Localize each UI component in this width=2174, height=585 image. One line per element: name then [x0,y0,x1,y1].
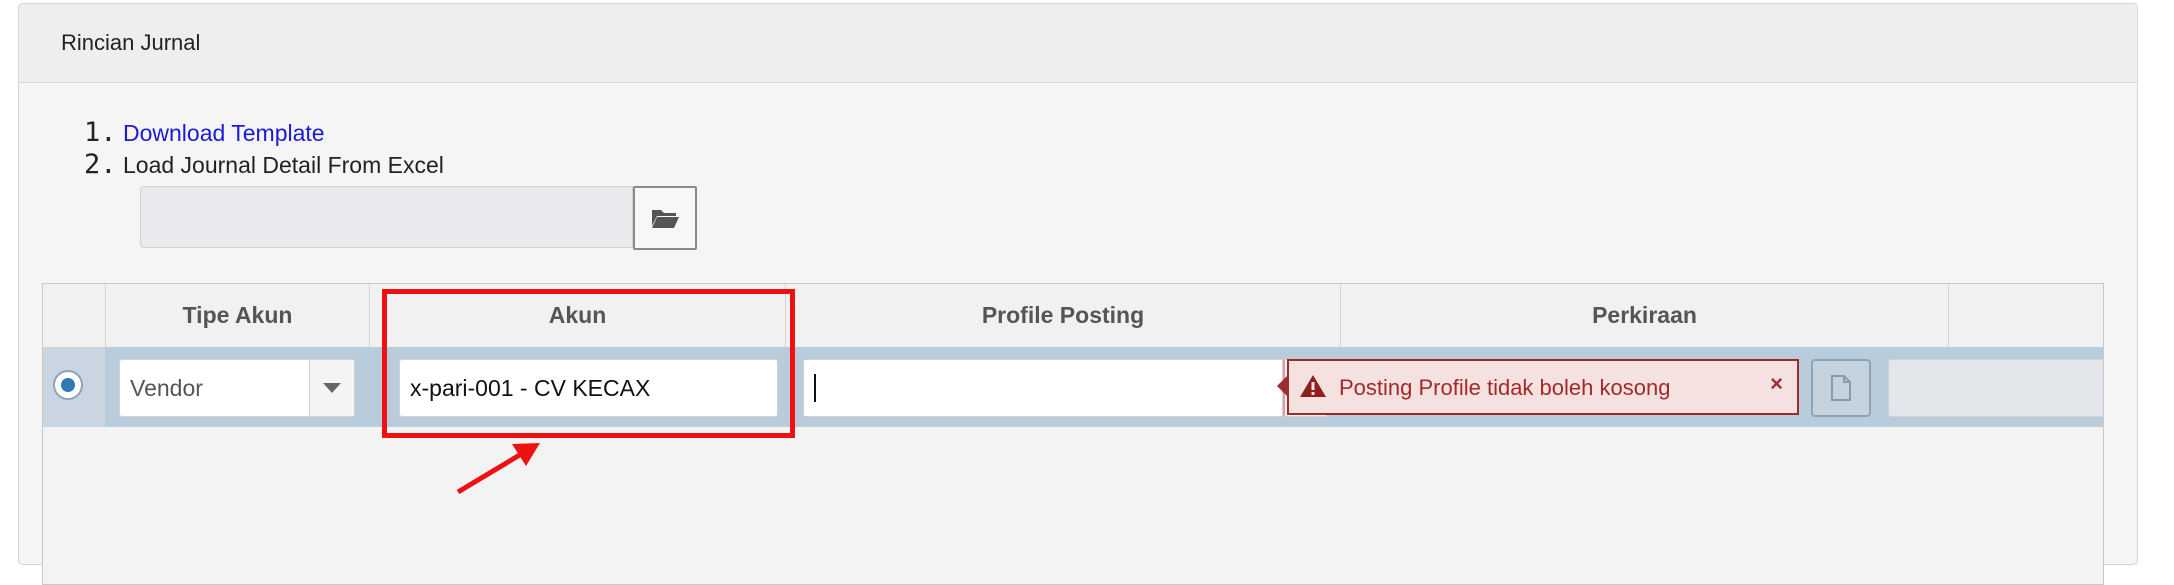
row-select-cell [43,347,105,427]
tipe-akun-dropdown-button[interactable] [309,360,354,416]
profile-posting-input[interactable] [803,359,1283,417]
folder-open-icon [652,210,679,228]
header-extra-column [1948,284,2103,347]
extra-column-input[interactable] [1888,359,2103,417]
akun-value: x-pari-001 - CV KECAX [410,375,651,401]
download-template-link[interactable]: Download Template [123,117,325,149]
header-profile-posting[interactable]: Profile Posting [785,284,1340,347]
header-select-column [43,284,105,347]
tooltip-pointer [1277,376,1287,396]
tooltip-close-icon[interactable]: × [1770,371,1783,397]
step-number: 2. [84,149,117,180]
header-tipe-akun[interactable]: Tipe Akun [105,284,369,347]
grid-header: Tipe Akun Akun Profile Posting Perkiraan [43,284,2103,348]
row-select-radio[interactable] [53,370,83,400]
perkiraan-lookup-button[interactable] [1811,359,1871,417]
panel-title: Rincian Jurnal [61,30,201,55]
tipe-akun-select[interactable]: Vendor [119,359,355,417]
load-journal-label: Load Journal Detail From Excel [123,152,444,178]
tipe-akun-value: Vendor [130,375,203,401]
document-icon [1831,375,1851,401]
header-akun[interactable]: Akun [369,284,785,347]
warning-icon [1299,374,1327,404]
journal-grid: Tipe Akun Akun Profile Posting Perkiraan… [42,283,2104,585]
excel-file-input[interactable] [140,186,633,248]
table-row[interactable]: Vendor x-pari-001 - CV KECAX Posting Pro… [43,347,2103,427]
text-cursor [814,374,816,402]
header-perkiraan[interactable]: Perkiraan [1340,284,1948,347]
caret-down-icon [323,383,341,393]
panel-heading: Rincian Jurnal [19,4,2137,83]
validation-message: Posting Profile tidak boleh kosong [1339,375,1671,400]
step-number: 1. [84,117,117,148]
akun-field[interactable]: x-pari-001 - CV KECAX [399,359,778,417]
browse-file-button[interactable] [633,186,697,250]
validation-tooltip: Posting Profile tidak boleh kosong × [1287,359,1799,415]
